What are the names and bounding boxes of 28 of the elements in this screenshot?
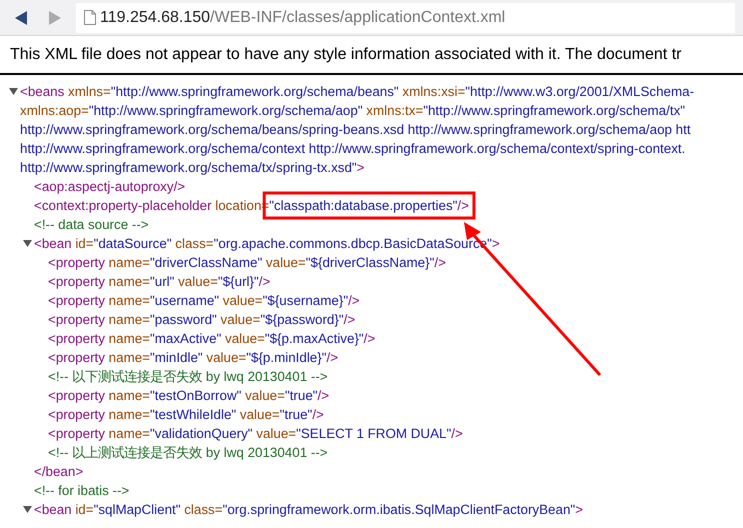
xml-line: <!-- for ibatis --> xyxy=(33,482,130,500)
xml-line: <property name="maxActive" value="${p.maxActive}"/> xyxy=(47,330,376,348)
xml-line: <!-- data source --> xyxy=(33,216,150,234)
xml-line: <!-- 以下测试连接是否失效 by lwq 20130401 --> xyxy=(47,368,329,386)
xml-line: <bean id="sqlMapClient" class="org.springframework.orm.ibatis.SqlMapClientFactoryBean"> xyxy=(0,500,743,519)
xml-line: <!-- 以上测试连接是否失效 by lwq 20130401 --> xyxy=(47,444,329,462)
expand-toggle[interactable] xyxy=(9,87,18,96)
xml-line: xmlns:aop="http://www.springframework.org/schema/aop" xmlns:tx="http://www.springframework.org/schema/tx" xyxy=(19,102,686,120)
xml-line: <property name="testWhileIdle" value="true"/> xyxy=(47,406,325,424)
page-icon xyxy=(84,10,96,25)
xml-line: <aop:aspectj-autoproxy/> xyxy=(33,178,186,196)
xml-line: http://www.springframework.org/schema/context http://www.springframework.org/schema/context/spring-context. xyxy=(19,140,686,158)
xml-line: http://www.springframework.org/schema/beans/spring-beans.xsd http://www.springframework.org/schema/aop htt xyxy=(19,121,692,139)
expand-toggle[interactable] xyxy=(23,239,32,248)
xml-line: </bean> xyxy=(33,463,84,481)
address-bar[interactable]: 119.254.68.150/WEB-INF/classes/applicationContext.xml xyxy=(76,2,735,32)
xml-line: <property name="driverClassName" value="${driverClassName}"/> xyxy=(47,254,447,272)
expand-toggle[interactable] xyxy=(23,505,32,514)
xml-line: <property name="url" value="${url}"/> xyxy=(47,273,272,291)
xml-line: http://www.springframework.org/schema/tx/spring-tx.xsd"> xyxy=(19,159,366,177)
xml-line: <property name="validationQuery" value="SELECT 1 FROM DUAL"/> xyxy=(47,425,464,443)
xml-line: <property name="password" value="${password}"/> xyxy=(47,311,356,329)
xml-line: <property name="username" value="${username}"/> xyxy=(47,292,361,310)
xml-line: <property name="minIdle" value="${p.minIdle}"/> xyxy=(47,349,340,367)
back-arrow-icon[interactable] xyxy=(14,10,28,26)
xml-info-message: This XML file does not appear to have any style information associated with it. The document tr xyxy=(0,36,743,75)
xml-line: <property name="testOnBorrow" value="true"/> xyxy=(47,387,330,405)
xml-line: <beans xmlns="http://www.springframework.org/schema/beans" xmlns:xsi="http://www.w3.org/2001/XMLSchema- xyxy=(0,82,743,101)
